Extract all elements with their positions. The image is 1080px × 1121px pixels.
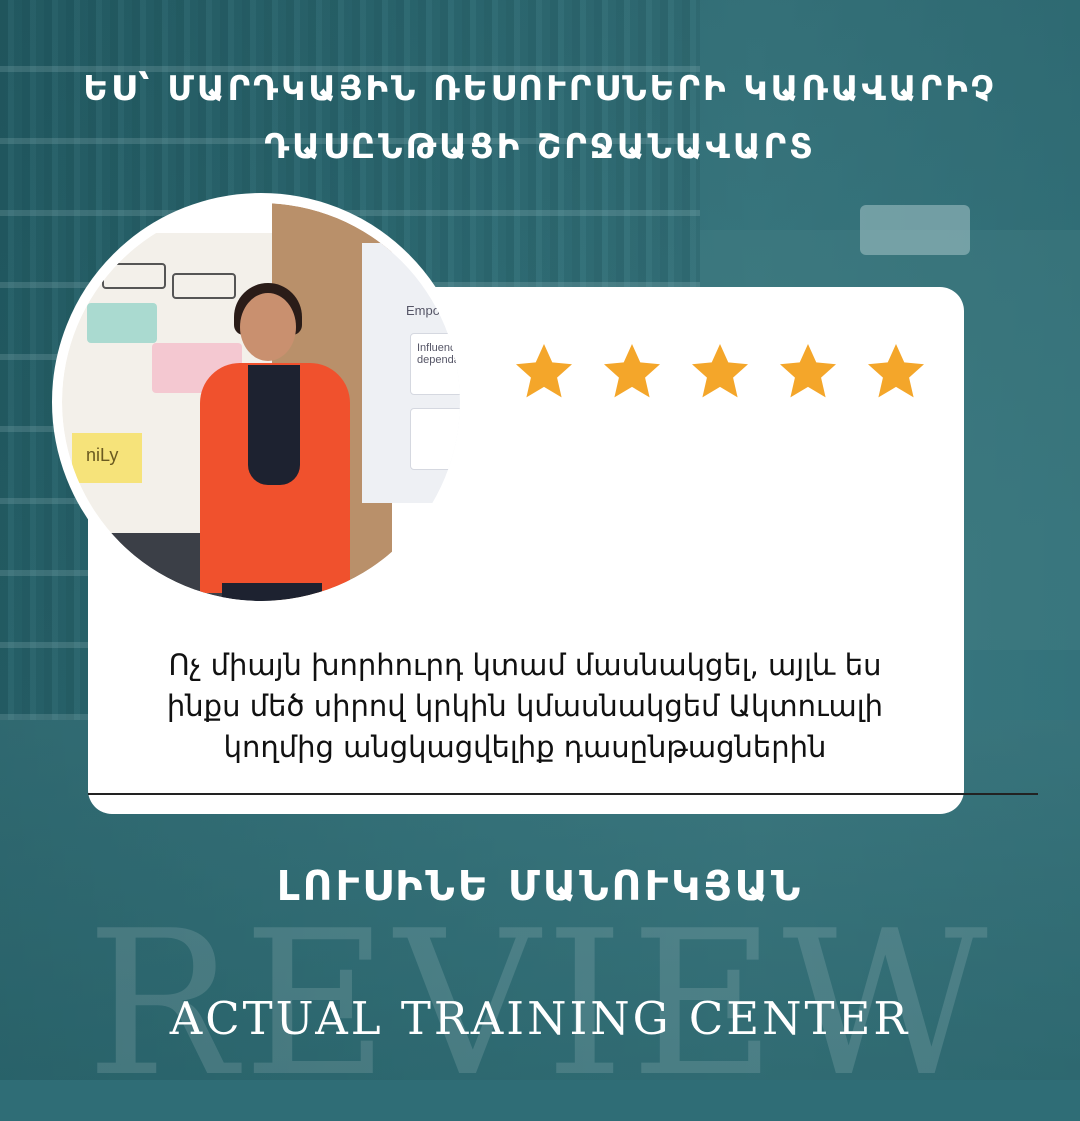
brand-name: ACTUAL TRAINING CENTER — [169, 992, 911, 1045]
screen-title: Empow — [406, 303, 450, 318]
quote-line-2: ինքս մեծ սիրով կրկին կմասնակցեմ Ակտուալի — [166, 689, 884, 723]
reviewer-photo: niLy Empow Influence dependab — [52, 193, 470, 611]
photo-scene: niLy Empow Influence dependab — [62, 203, 460, 601]
person-shirt — [248, 365, 300, 485]
star-icon — [776, 340, 840, 404]
star-icon — [688, 340, 752, 404]
screen-box-2 — [410, 408, 460, 470]
page-title: ԵՍ՝ ՄԱՐԴԿԱՅԻՆ ՌԵՍՈՒՐՍՆԵՐԻ ԿԱՌԱՎԱՐԻՉ ԴԱՍԸ… — [0, 60, 1080, 176]
rating-stars — [512, 340, 928, 404]
divider-line — [88, 793, 1038, 795]
sticky-note-text: niLy — [86, 445, 119, 465]
title-line-2: ԴԱՍԸՆԹԱՑԻ ՇՐՋԱՆԱՎԱՐՏ — [264, 127, 816, 167]
person-head — [240, 293, 296, 361]
air-conditioner-background — [860, 205, 970, 255]
projector-screen: Empow Influence dependab — [362, 243, 460, 503]
title-line-1: ԵՍ՝ ՄԱՐԴԿԱՅԻՆ ՌԵՍՈՒՐՍՆԵՐԻ ԿԱՌԱՎԱՐԻՉ — [83, 69, 997, 109]
review-quote: Ոչ միայն խորհուրդ կտամ մասնակցել, այլև ե… — [100, 645, 950, 768]
star-icon — [512, 340, 576, 404]
screen-box: Influence dependab — [410, 333, 460, 395]
star-icon — [864, 340, 928, 404]
star-icon — [600, 340, 664, 404]
screen-box-text: Influence dependab — [417, 342, 460, 366]
sticky-note: niLy — [72, 433, 142, 483]
quote-line-3: կողմից անցկացվելիք դասընթացներին — [223, 730, 827, 764]
person-legs — [222, 583, 322, 601]
reviewer-name: ԼՈՒՍԻՆԵ ՄԱՆՈՒԿՅԱՆ — [276, 862, 804, 910]
quote-line-1: Ոչ միայն խորհուրդ կտամ մասնակցել, այլև ե… — [168, 648, 882, 682]
